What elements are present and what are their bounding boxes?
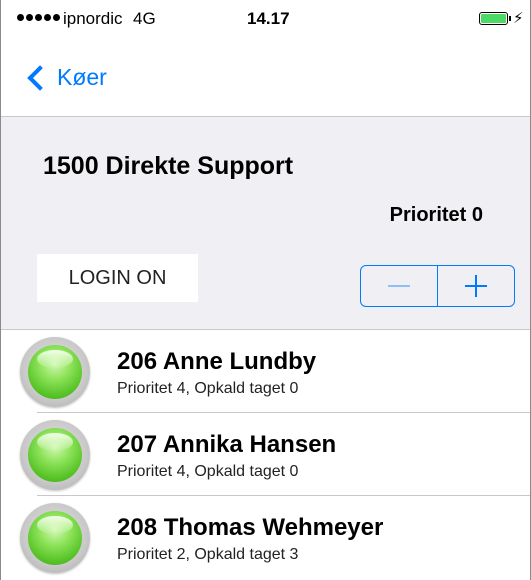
agent-detail: Prioritet 4, Opkald taget 0 <box>117 380 299 397</box>
status-light-icon <box>20 503 90 573</box>
status-light-icon <box>20 420 90 490</box>
clock: 14.17 <box>247 9 290 28</box>
signal-strength-icon <box>17 14 60 21</box>
increment-button[interactable] <box>438 266 514 306</box>
battery-icon <box>479 12 508 25</box>
agent-row[interactable]: 207 Annika Hansen Prioritet 4, Opkald ta… <box>1 413 530 496</box>
back-button[interactable]: Køer <box>25 64 107 91</box>
carrier-name: ipnordic <box>63 9 123 28</box>
battery-tip <box>509 16 511 21</box>
minus-icon <box>387 285 410 287</box>
charging-icon: ⚡︎ <box>513 10 524 27</box>
agent-name: 208 Thomas Wehmeyer <box>117 514 384 541</box>
phone-screen: ipnordic 4G 14.17 ⚡︎ Køer 1500 Direkte S… <box>0 0 531 580</box>
agent-row[interactable]: 208 Thomas Wehmeyer Prioritet 2, Opkald … <box>1 496 530 579</box>
agent-name: 206 Anne Lundby <box>117 348 317 375</box>
plus-icon <box>465 275 488 297</box>
navigation-bar: Køer <box>1 40 530 117</box>
network-type: 4G <box>133 9 156 28</box>
status-bar: ipnordic 4G 14.17 ⚡︎ <box>1 0 530 40</box>
agent-detail: Prioritet 2, Opkald taget 3 <box>117 546 299 563</box>
chevron-left-icon <box>27 64 53 91</box>
agent-row[interactable]: 206 Anne Lundby Prioritet 4, Opkald tage… <box>1 330 530 413</box>
back-label: Køer <box>57 64 107 90</box>
priority-value: Prioritet 0 <box>389 204 483 226</box>
queue-header-panel: 1500 Direkte Support Prioritet 0 LOGIN O… <box>1 117 530 330</box>
agent-name: 207 Annika Hansen <box>117 431 337 458</box>
login-on-button[interactable]: LOGIN ON <box>37 254 198 302</box>
decrement-button[interactable] <box>361 266 437 306</box>
agent-list: 206 Anne Lundby Prioritet 4, Opkald tage… <box>1 330 530 579</box>
status-light-icon <box>20 337 90 407</box>
priority-stepper <box>360 265 515 307</box>
queue-title: 1500 Direkte Support <box>43 152 294 180</box>
agent-detail: Prioritet 4, Opkald taget 0 <box>117 463 299 480</box>
